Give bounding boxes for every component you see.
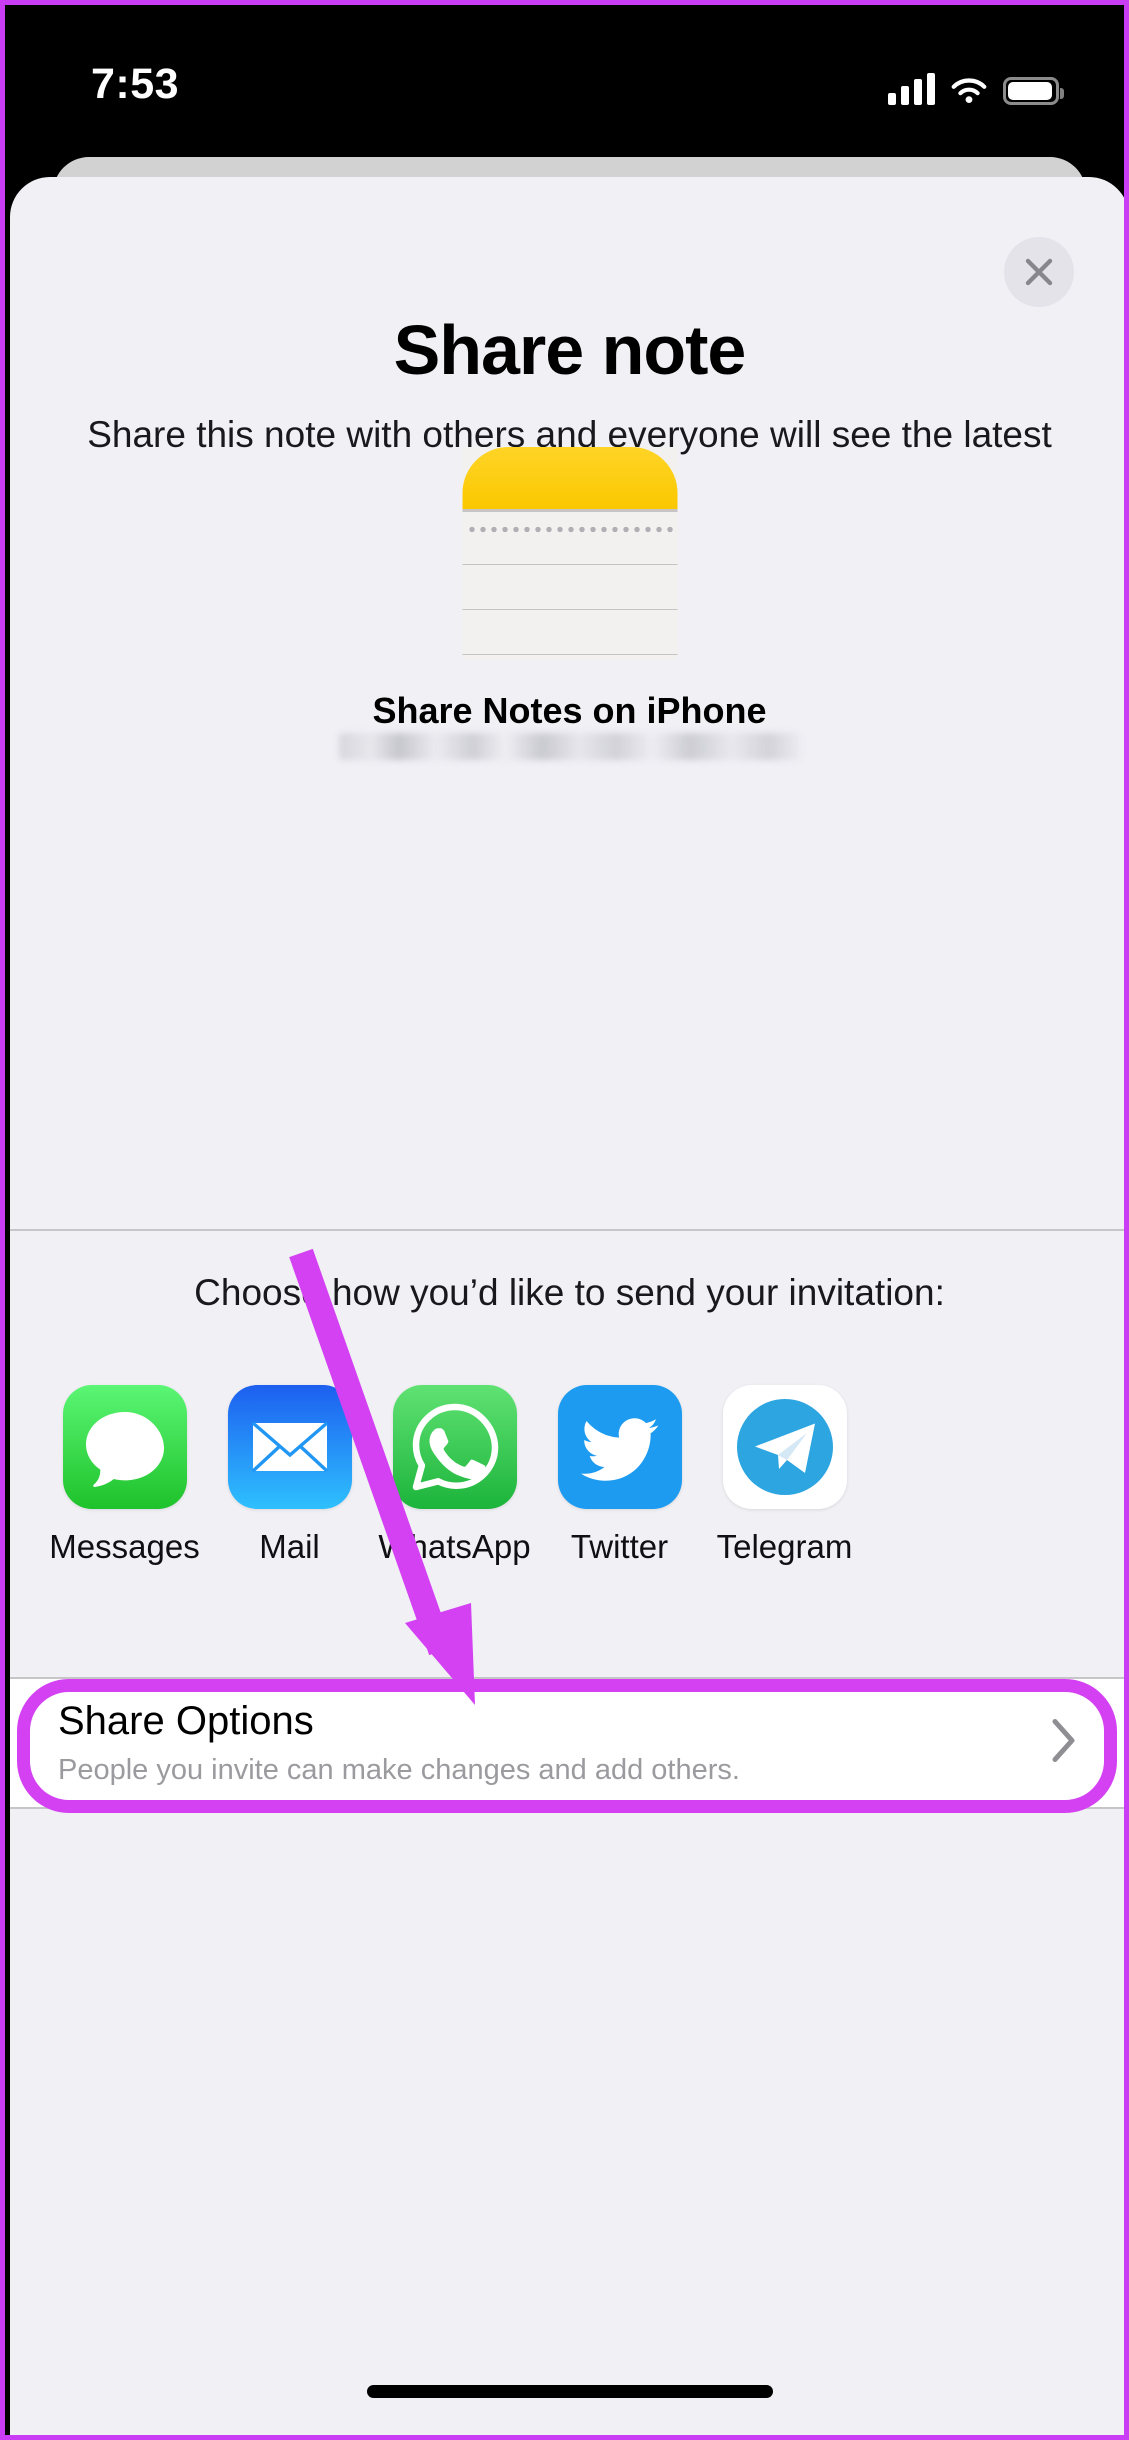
share-options-title: Share Options (58, 1699, 314, 1743)
wifi-icon (949, 73, 989, 105)
share-app-label: Mail (259, 1528, 320, 1565)
share-options-row[interactable]: Share Options People you invite can make… (10, 1679, 1124, 1807)
mail-icon (227, 1385, 352, 1509)
divider (10, 1807, 1124, 1809)
share-app-label: WhatsApp (378, 1528, 531, 1565)
notes-app-icon (462, 447, 677, 659)
page-title: Share note (393, 311, 747, 389)
phone-screen: 7:53 Share note Share this note with oth (0, 0, 1129, 2440)
notes-icon-perforation (466, 526, 673, 533)
share-app-label: Messages (49, 1528, 200, 1565)
close-icon[interactable] (1004, 237, 1074, 307)
divider (10, 1229, 1124, 1231)
cellular-bars-icon (888, 73, 935, 105)
share-app-label: Telegram (716, 1528, 853, 1565)
share-app-whatsapp[interactable]: WhatsApp (372, 1385, 537, 1566)
share-app-label: Twitter (570, 1528, 669, 1565)
status-indicators (888, 65, 1064, 105)
share-note-sheet: Share note Share this note with others a… (10, 177, 1124, 2435)
share-app-twitter[interactable]: Twitter (537, 1385, 702, 1566)
note-detail-redacted (338, 733, 801, 760)
notes-icon-rule (462, 564, 677, 565)
note-title: Share Notes on iPhone (372, 690, 767, 731)
share-app-telegram[interactable]: Telegram (702, 1385, 867, 1566)
share-app-messages[interactable]: Messages (42, 1385, 207, 1566)
notes-icon-rule (462, 654, 677, 655)
telegram-icon (722, 1385, 847, 1509)
whatsapp-icon (392, 1385, 517, 1509)
notes-icon-rule (462, 609, 677, 610)
notes-icon-paper (462, 512, 677, 659)
chevron-right-icon (1051, 1718, 1077, 1769)
twitter-icon (557, 1385, 682, 1509)
messages-icon (62, 1385, 187, 1509)
notes-icon-header (462, 447, 677, 509)
status-time: 7:53 (91, 60, 180, 108)
battery-icon (1003, 77, 1064, 105)
share-options-subtitle: People you invite can make changes and a… (58, 1754, 740, 1786)
share-options-text: Share Options People you invite can make… (58, 1696, 740, 1790)
share-app-row: Messages Mail WhatsApp Twitter Telegram (10, 1385, 1124, 1625)
home-indicator (366, 2385, 773, 2398)
share-app-mail[interactable]: Mail (207, 1385, 372, 1566)
status-bar: 7:53 (5, 5, 1124, 145)
choose-invitation-label: Choose how you’d like to send your invit… (194, 1272, 945, 1313)
